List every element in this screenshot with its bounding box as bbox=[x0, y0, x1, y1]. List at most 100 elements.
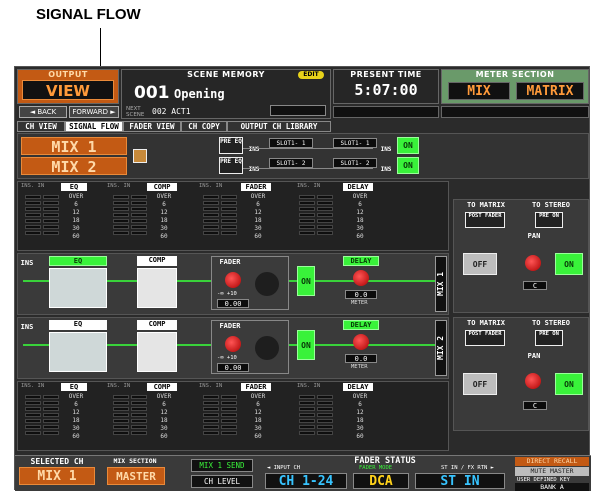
strip2-eq-button[interactable]: EQ bbox=[49, 320, 107, 330]
slot-out-1[interactable]: SLOT1- 1 bbox=[269, 138, 313, 148]
input-ch-label: ◄ INPUT CH bbox=[267, 465, 301, 471]
meter-matrix-button[interactable]: MATRIX bbox=[516, 82, 584, 100]
present-time-value: 5:07:00 bbox=[354, 81, 418, 99]
selected-ch-label: SELECTED CH bbox=[30, 457, 84, 466]
output-label: OUTPUT bbox=[48, 70, 88, 79]
meter-scale: OVER 6 12 18 30 60 bbox=[68, 393, 84, 440]
slot-out-2[interactable]: SLOT1- 2 bbox=[269, 158, 313, 168]
meter1-ins-in4: INS. IN bbox=[297, 183, 321, 189]
scene-slot[interactable] bbox=[270, 105, 326, 116]
strip1-fader-value: 0.00 bbox=[217, 299, 249, 308]
strip1-delay-value: 0.0 bbox=[345, 290, 377, 299]
side1-pan-label: PAN bbox=[527, 232, 541, 240]
side2-pan-label: PAN bbox=[527, 352, 541, 360]
side1-pan-knob[interactable] bbox=[525, 255, 541, 271]
tab-ch-view[interactable]: CH VIEW bbox=[17, 121, 65, 132]
meter-bar bbox=[203, 395, 219, 435]
tab-signal-flow[interactable]: SIGNAL FLOW bbox=[65, 121, 123, 132]
scene-number[interactable]: 001 bbox=[134, 83, 170, 103]
meter-scale: OVER 6 12 18 30 60 bbox=[250, 193, 266, 240]
pre-eq-button-1[interactable]: PRE EQ bbox=[219, 137, 243, 154]
st-in-button[interactable]: ST IN bbox=[415, 473, 505, 489]
strip2-eq-graph[interactable] bbox=[49, 332, 107, 372]
side2-stereo-on-button[interactable]: ON bbox=[555, 373, 583, 395]
meter1-comp-label: COMP bbox=[147, 183, 177, 191]
mute-master-button[interactable]: MUTE MASTER bbox=[515, 467, 589, 476]
strip2-delay-knob[interactable] bbox=[353, 334, 369, 350]
bank-button[interactable]: BANK A bbox=[515, 483, 589, 491]
forward-button[interactable]: FORWARD ► bbox=[69, 106, 119, 118]
side1-to-matrix-label: TO MATRIX bbox=[467, 201, 505, 209]
scene-memory-panel: SCENE MEMORY EDIT 001 Opening NEXT SCENE… bbox=[121, 69, 331, 119]
strip1-comp-button[interactable]: COMP bbox=[137, 256, 177, 266]
pre-eq-button-2[interactable]: PRE EQ bbox=[219, 157, 243, 174]
meter2-ins-in-label: INS. IN bbox=[21, 383, 45, 389]
insert-on-button-1[interactable]: ON bbox=[397, 137, 419, 154]
strip1-eq-graph[interactable] bbox=[49, 268, 107, 308]
meter-bar bbox=[25, 395, 41, 435]
mix-section-value[interactable]: MASTER bbox=[107, 467, 165, 485]
strip2-on-button[interactable]: ON bbox=[297, 330, 315, 360]
insert-line-1 bbox=[243, 148, 373, 149]
insert-on-button-2[interactable]: ON bbox=[397, 157, 419, 174]
meter-bar bbox=[131, 195, 147, 235]
ch-level-button[interactable]: CH LEVEL bbox=[191, 475, 253, 488]
meter2-delay-label: DELAY bbox=[343, 383, 373, 391]
fader-mode-button[interactable]: DCA bbox=[353, 473, 409, 489]
tab-fader-view[interactable]: FADER VIEW bbox=[123, 121, 181, 132]
channel-mix2-button[interactable]: MIX 2 bbox=[21, 157, 127, 176]
strip2-comp-graph[interactable] bbox=[137, 332, 177, 372]
meter-mix-button[interactable]: MIX bbox=[448, 82, 510, 100]
side2-post-fader-button[interactable]: POST FADER bbox=[465, 330, 505, 346]
side2-pre-on-button[interactable]: PRE ON bbox=[535, 330, 563, 346]
side1-to-stereo-label: TO STEREO bbox=[532, 201, 570, 209]
strip1-eq-button[interactable]: EQ bbox=[49, 256, 107, 266]
strip2-fader-label: FADER bbox=[219, 322, 241, 330]
meter-bar bbox=[221, 395, 237, 435]
meter1-delay-label: DELAY bbox=[343, 183, 373, 191]
direct-recall-button[interactable]: DIRECT RECALL bbox=[515, 457, 589, 466]
selected-ch-value[interactable]: MIX 1 bbox=[19, 467, 95, 485]
tab-ch-copy[interactable]: CH COPY bbox=[181, 121, 227, 132]
channel-mix1-button[interactable]: MIX 1 bbox=[21, 137, 127, 156]
strip2-delay-button[interactable]: DELAY bbox=[343, 320, 379, 330]
mix1-send-button[interactable]: MIX 1 SEND bbox=[191, 459, 253, 472]
scene-name[interactable]: Opening bbox=[174, 87, 225, 101]
meter-scale: OVER 6 12 18 30 60 bbox=[68, 193, 84, 240]
strip1-ins-label: INS bbox=[20, 259, 34, 267]
strip1-delay-button[interactable]: DELAY bbox=[343, 256, 379, 266]
strip1-fader-range: -∞ +10 bbox=[217, 291, 237, 297]
meter1-ins-in2: INS. IN bbox=[107, 183, 131, 189]
slot-in-2[interactable]: SLOT1- 2 bbox=[333, 158, 377, 168]
output-view-button[interactable]: VIEW bbox=[22, 80, 114, 100]
strip2-fader-knob[interactable] bbox=[225, 336, 241, 352]
next-scene[interactable]: 002 ACT1 bbox=[152, 107, 191, 116]
insert-line-2 bbox=[243, 168, 373, 169]
side1-post-fader-button[interactable]: POST FADER bbox=[465, 212, 505, 228]
meter-bar bbox=[299, 195, 315, 235]
strip2-ins-label: INS bbox=[20, 323, 34, 331]
side2-pan-knob[interactable] bbox=[525, 373, 541, 389]
console-screen: OUTPUT VIEW ◄ BACK FORWARD ► SCENE MEMOR… bbox=[14, 66, 591, 491]
strip1-on-button[interactable]: ON bbox=[297, 266, 315, 296]
slot-in-1[interactable]: SLOT1- 1 bbox=[333, 138, 377, 148]
meter2-ins-in4: INS. IN bbox=[297, 383, 321, 389]
side1-pan-value: C bbox=[523, 281, 547, 290]
side1-off-button[interactable]: OFF bbox=[463, 253, 497, 275]
strip1-delay-knob[interactable] bbox=[353, 270, 369, 286]
side1-stereo-on-button[interactable]: ON bbox=[555, 253, 583, 275]
meter2-fader-label: FADER bbox=[241, 383, 271, 391]
present-time-panel: PRESENT TIME 5:07:00 bbox=[333, 69, 439, 104]
back-button[interactable]: ◄ BACK bbox=[19, 106, 67, 118]
meter-bar bbox=[25, 195, 41, 235]
strip1-comp-graph[interactable] bbox=[137, 268, 177, 308]
input-ch-button[interactable]: CH 1-24 bbox=[265, 473, 347, 489]
output-panel: OUTPUT VIEW bbox=[17, 69, 119, 104]
strip1-fader-knob[interactable] bbox=[225, 272, 241, 288]
pair-link-icon[interactable] bbox=[133, 149, 147, 163]
tab-output-ch-library[interactable]: OUTPUT CH LIBRARY bbox=[227, 121, 331, 132]
side1-pre-on-button[interactable]: PRE ON bbox=[535, 212, 563, 228]
meter-bar bbox=[43, 195, 59, 235]
strip2-comp-button[interactable]: COMP bbox=[137, 320, 177, 330]
side2-off-button[interactable]: OFF bbox=[463, 373, 497, 395]
